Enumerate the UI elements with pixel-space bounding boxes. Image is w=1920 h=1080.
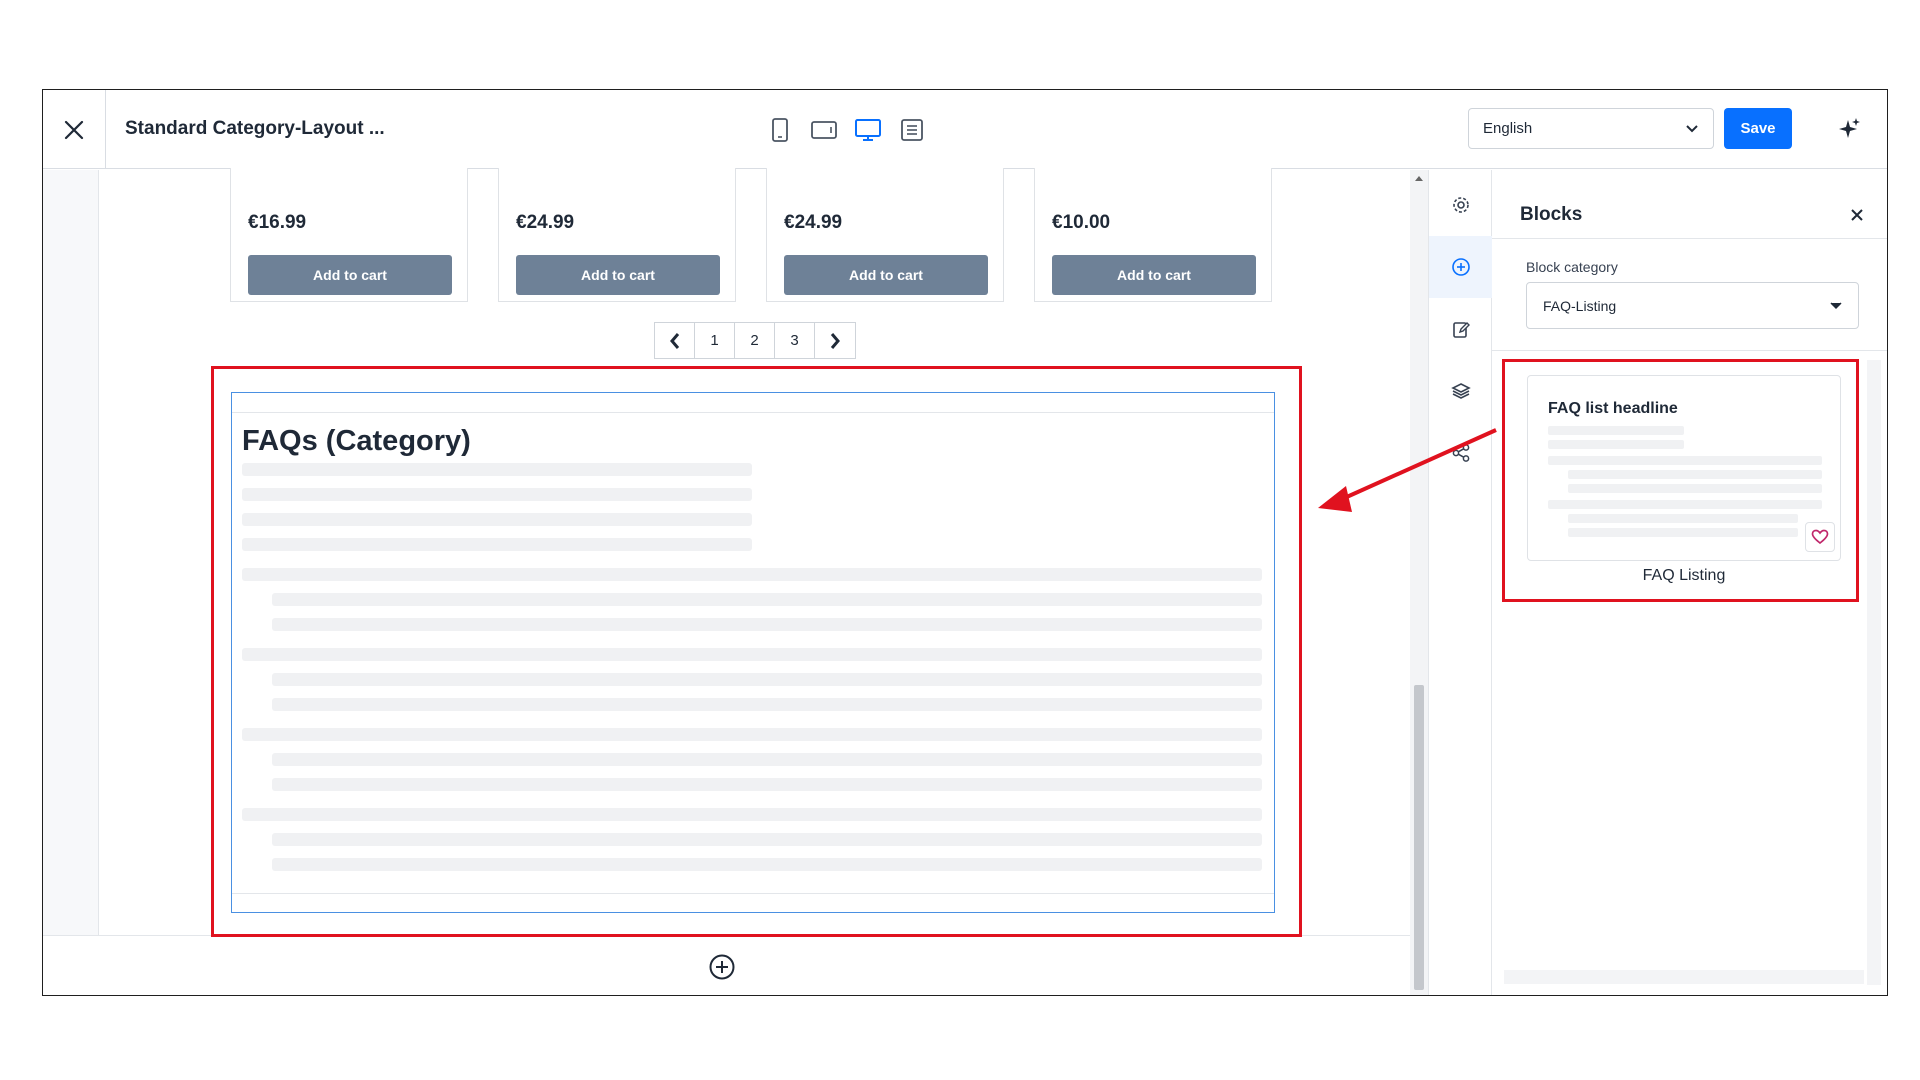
scrollbar-thumb[interactable] xyxy=(1414,685,1424,990)
list-view-button[interactable] xyxy=(895,114,929,146)
add-to-cart-button[interactable]: Add to cart xyxy=(248,255,452,295)
save-button[interactable]: Save xyxy=(1724,108,1792,149)
plus-circle-icon xyxy=(709,954,735,980)
mobile-icon xyxy=(772,118,788,142)
block-category-select[interactable]: FAQ-Listing xyxy=(1526,282,1859,329)
product-card: €16.99 Add to cart xyxy=(230,168,468,302)
sparkle-icon xyxy=(1839,118,1860,138)
panel-close-button[interactable] xyxy=(1847,205,1867,225)
share-icon xyxy=(1452,444,1469,462)
chevron-right-icon xyxy=(830,332,840,349)
product-price: €16.99 xyxy=(248,212,307,233)
language-value: English xyxy=(1483,120,1533,137)
sidebar-rail xyxy=(1428,170,1492,995)
rail-add-blocks-button[interactable] xyxy=(1429,236,1492,298)
product-price: €10.00 xyxy=(1052,212,1111,233)
product-card: €24.99 Add to cart xyxy=(766,168,1004,302)
divider xyxy=(1492,350,1887,351)
block-category-value: FAQ-Listing xyxy=(1543,297,1617,314)
plus-circle-icon xyxy=(1451,258,1470,276)
annotation-highlight-panel xyxy=(1502,359,1859,602)
panel-title: Blocks xyxy=(1520,204,1583,225)
rail-settings-button[interactable] xyxy=(1429,174,1492,236)
close-button[interactable] xyxy=(43,90,106,169)
tablet-icon xyxy=(811,121,837,139)
desktop-icon xyxy=(855,119,881,141)
device-switcher xyxy=(763,114,929,146)
block-category-label: Block category xyxy=(1526,259,1618,275)
rail-layers-button[interactable] xyxy=(1429,360,1492,422)
add-section-button[interactable] xyxy=(708,953,736,981)
language-select[interactable]: English xyxy=(1468,108,1714,149)
divider xyxy=(1492,238,1887,239)
top-bar: Standard Category-Layout ... English Sav… xyxy=(43,90,1887,169)
page-button[interactable]: 3 xyxy=(775,323,815,358)
prev-page-button[interactable] xyxy=(655,323,695,358)
close-icon xyxy=(1851,209,1863,221)
scroll-up-arrow[interactable] xyxy=(1415,176,1423,181)
next-page-button[interactable] xyxy=(815,323,855,358)
layers-icon xyxy=(1450,383,1471,399)
panel-horizontal-scrollbar[interactable] xyxy=(1504,970,1864,984)
list-view-icon xyxy=(901,119,923,141)
page-button[interactable]: 1 xyxy=(695,323,735,358)
page-title: Standard Category-Layout ... xyxy=(125,118,385,139)
tablet-view-button[interactable] xyxy=(807,114,841,146)
product-card: €24.99 Add to cart xyxy=(498,168,736,302)
rail-share-button[interactable] xyxy=(1429,422,1492,484)
product-card: €10.00 Add to cart xyxy=(1034,168,1272,302)
canvas-scrollbar[interactable] xyxy=(1410,170,1428,995)
pagination: 1 2 3 xyxy=(654,322,856,359)
gear-icon xyxy=(1452,197,1469,213)
chevron-left-icon xyxy=(669,332,679,349)
rail-edit-button[interactable] xyxy=(1429,298,1492,360)
add-to-cart-button[interactable]: Add to cart xyxy=(516,255,720,295)
add-to-cart-button[interactable]: Add to cart xyxy=(1052,255,1256,295)
close-icon xyxy=(64,120,84,139)
panel-scrollbar[interactable] xyxy=(1867,360,1881,985)
mobile-view-button[interactable] xyxy=(763,114,797,146)
canvas-gutter xyxy=(43,170,99,935)
canvas-footer xyxy=(43,935,1410,995)
product-price: €24.99 xyxy=(784,212,843,233)
desktop-view-button[interactable] xyxy=(851,114,885,146)
ai-assistant-button[interactable] xyxy=(1833,114,1863,144)
edit-icon xyxy=(1452,322,1470,338)
chevron-down-icon xyxy=(1830,301,1842,309)
page-button[interactable]: 2 xyxy=(735,323,775,358)
chevron-down-icon xyxy=(1686,124,1698,132)
add-to-cart-button[interactable]: Add to cart xyxy=(784,255,988,295)
annotation-highlight-canvas xyxy=(211,366,1302,937)
product-price: €24.99 xyxy=(516,212,575,233)
